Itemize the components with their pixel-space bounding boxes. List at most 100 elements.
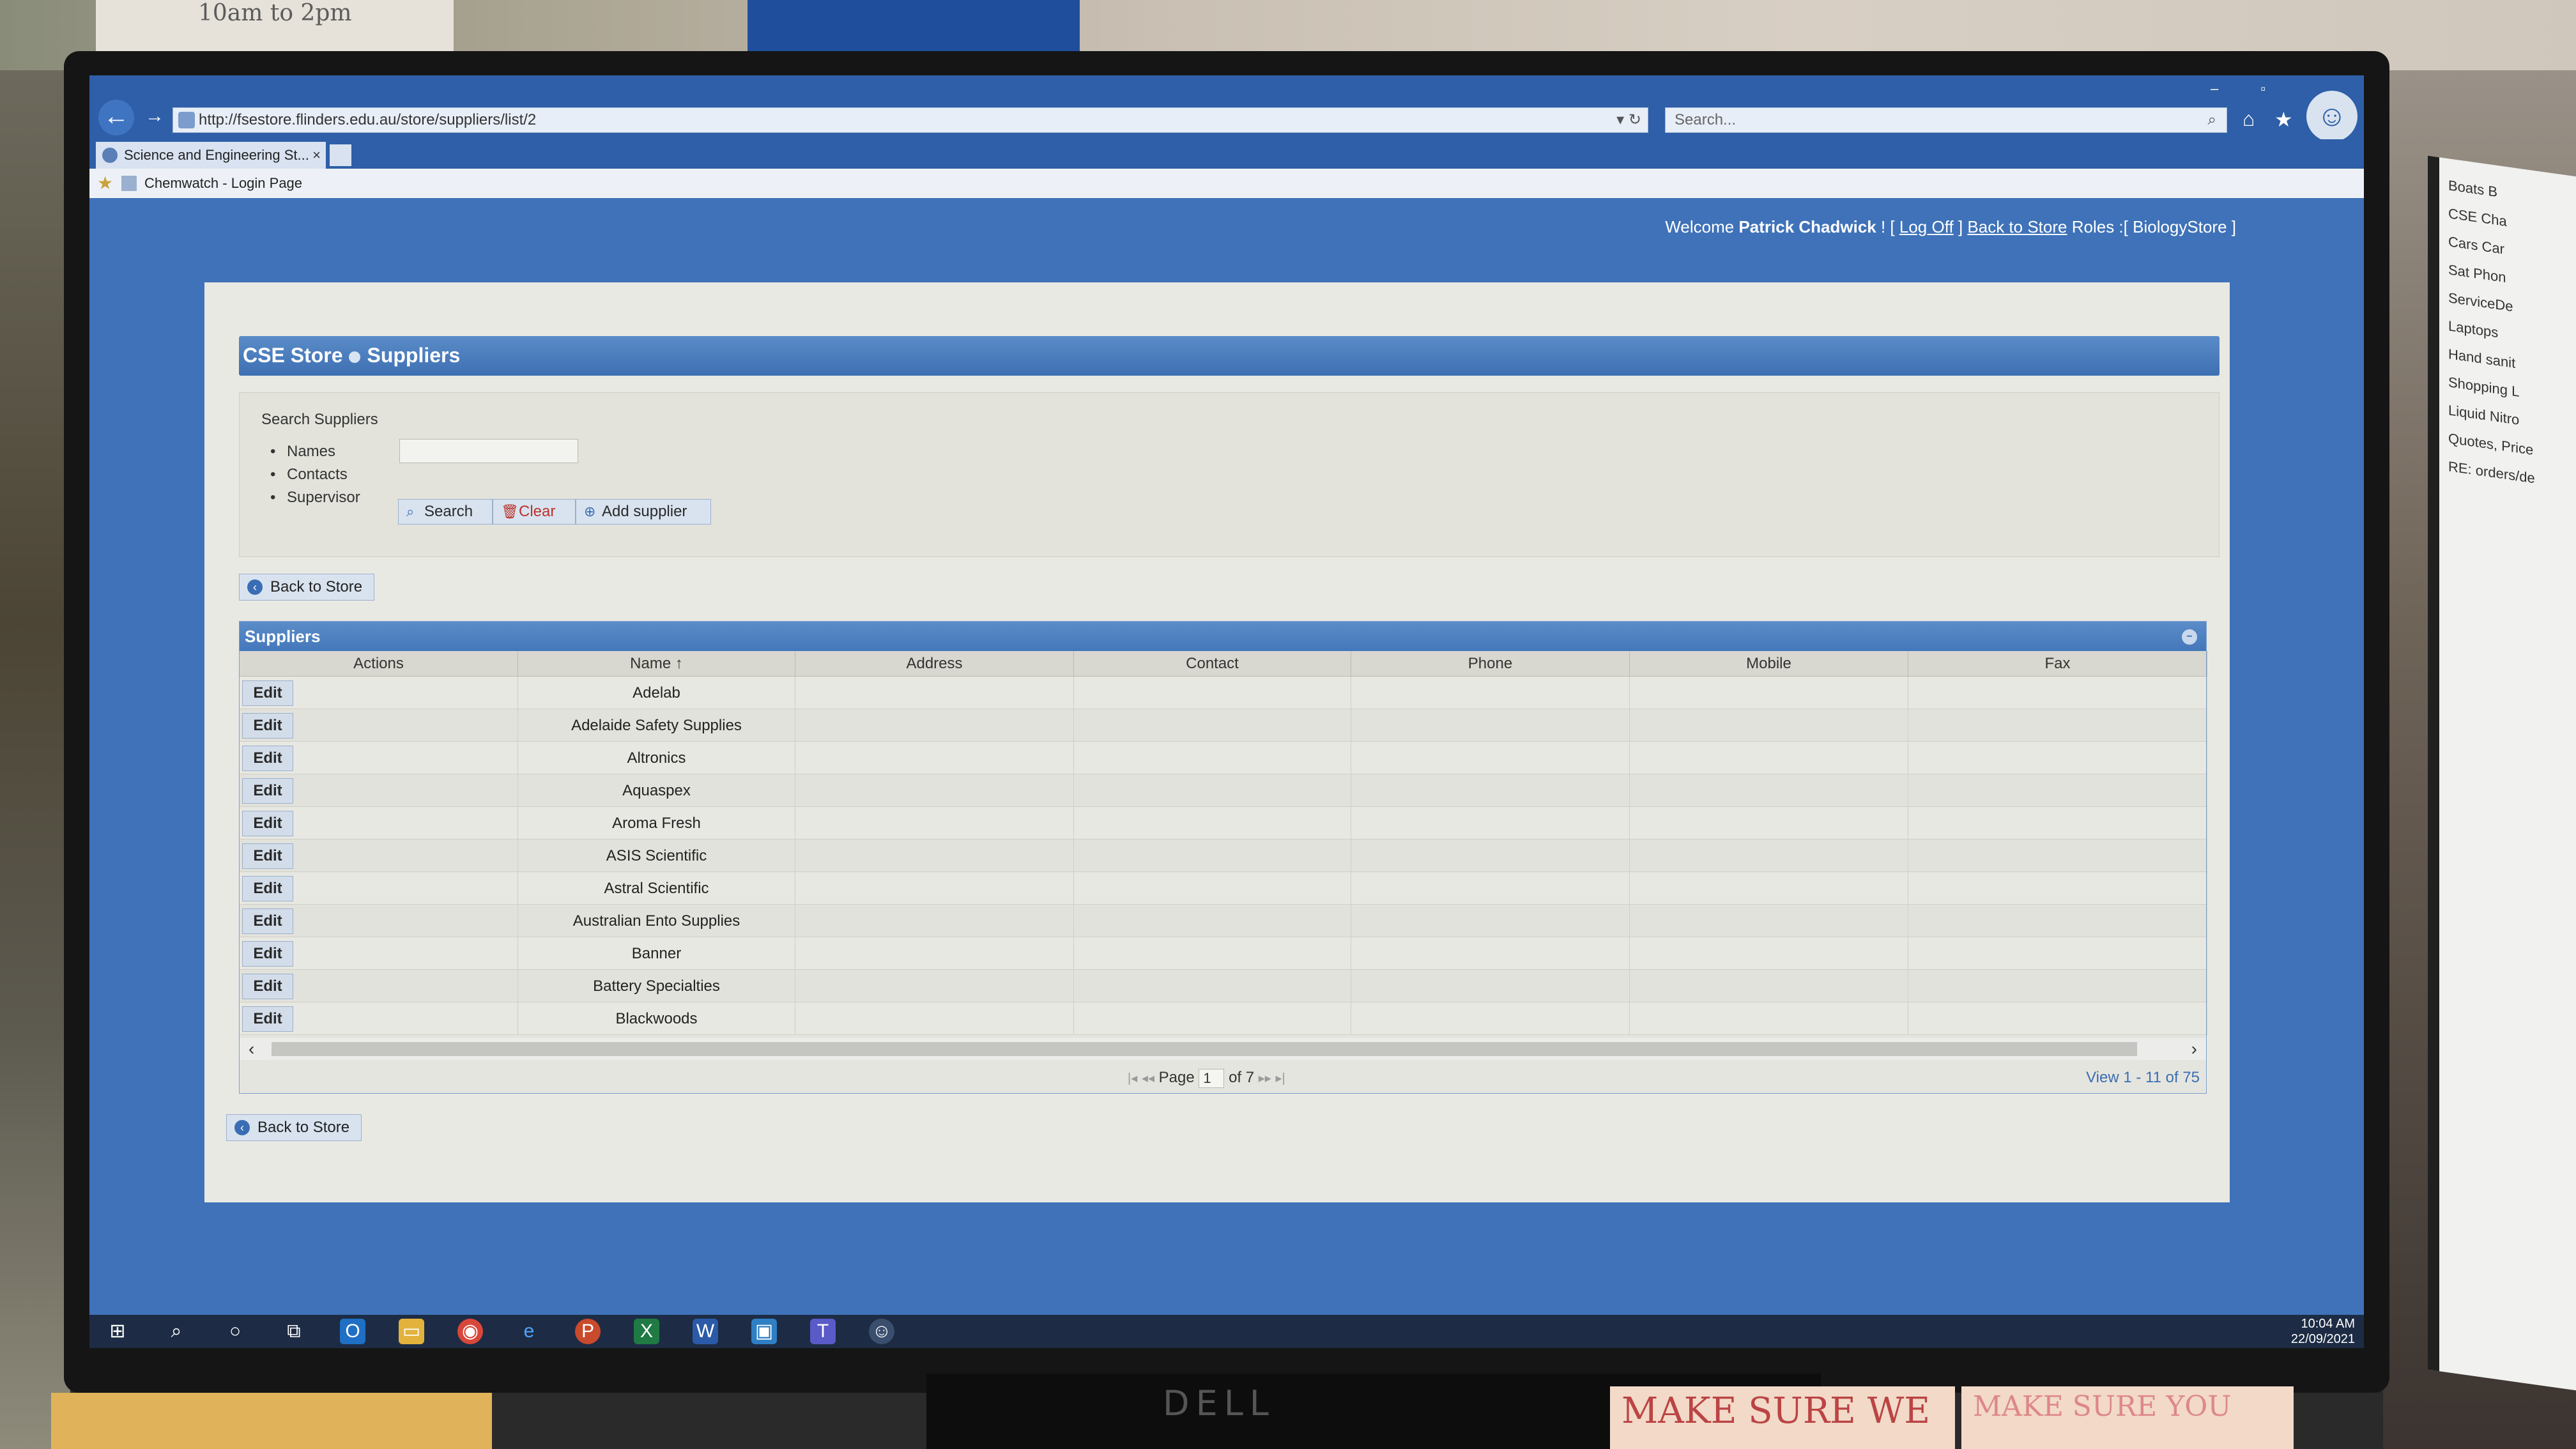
column-header[interactable]: Phone [1351,651,1630,677]
browser-search-input[interactable]: Search... ⌕ [1665,107,2227,133]
table-row: Edit Blackwoods [240,1002,2207,1035]
table-row: Edit Banner [240,937,2207,970]
column-header[interactable]: Address [795,651,1074,677]
table-cell [1351,742,1630,774]
breadcrumb-separator-icon [349,351,361,363]
table-cell [240,1002,518,1035]
table-cell [1074,807,1351,839]
names-search-input[interactable] [399,439,578,463]
record-count: View 1 - 11 of 75 [2086,1069,2200,1086]
scrollbar-thumb[interactable] [272,1042,2137,1056]
web-page: Welcome Patrick Chadwick ! [ Log Off ] B… [89,198,2364,1315]
grid-header: Actions Name ↑ Address Contact Phone Mobile Fa… [240,651,2207,677]
welcome-bar: Welcome Patrick Chadwick ! [ Log Off ] B… [1665,217,2236,236]
back-arrow-circle-icon: ‹ [247,579,263,595]
powerpoint-icon[interactable]: P [575,1319,601,1344]
table-row: Edit Adelaide Safety Supplies [240,709,2207,742]
supplier-name-cell: Adelaide Safety Supplies [518,709,795,742]
table-cell [795,937,1074,970]
table-cell [1351,970,1630,1002]
table-cell [240,807,518,839]
page-number-input[interactable]: 1 [1199,1068,1225,1088]
home-icon[interactable]: ⌂ [2242,107,2268,133]
file-explorer-icon[interactable]: ▭ [399,1319,424,1344]
column-header[interactable]: Actions [240,651,518,677]
table-cell [1074,677,1351,709]
table-row: Edit ASIS Scientific [240,839,2207,872]
teams-icon[interactable]: T [810,1319,836,1344]
table-cell [1630,905,1908,937]
collapse-icon[interactable]: − [2182,629,2197,645]
search-button[interactable]: ⌕ Search [398,499,493,525]
horizontal-scrollbar[interactable]: ‹ › [240,1038,2206,1060]
forward-arrow-icon[interactable]: → [137,100,172,135]
table-cell [1074,839,1351,872]
table-cell [795,677,1074,709]
column-header[interactable]: Fax [1908,651,2207,677]
browser-toolbar: – ▫ ← → http://fsestore.flinders.edu.au/… [89,75,2364,142]
table-cell [240,937,518,970]
taskbar-clock[interactable]: 10:04 AM 22/09/2021 [2291,1316,2355,1347]
chrome-icon[interactable]: ◉ [457,1319,483,1344]
next-page-icon[interactable]: ▸▸ [1259,1071,1271,1085]
search-icon[interactable]: ⌕ [2208,108,2216,132]
first-page-icon[interactable]: |◂ [1128,1071,1137,1085]
content-panel: CSE Store Suppliers Search Suppliers Name… [204,282,2230,1202]
table-cell [795,905,1074,937]
support-assistant-icon[interactable]: ☺ [869,1319,894,1344]
sticky-note: MAKE SURE WE [1610,1386,1955,1449]
table-cell [1351,937,1630,970]
log-off-link[interactable]: Log Off [1899,217,1954,236]
clear-button[interactable]: 🗑 Clear [493,499,576,525]
favorite-chemwatch-link[interactable]: Chemwatch - Login Page [121,169,302,198]
last-page-icon[interactable]: ▸| [1276,1071,1285,1085]
column-header[interactable]: Contact [1074,651,1351,677]
cortana-icon[interactable]: ○ [222,1319,248,1344]
pager-controls: |◂ ◂◂ Page 1 of 7 ▸▸ ▸| [1128,1062,1285,1094]
table-cell [1630,742,1908,774]
taskbar-search-icon[interactable]: ⌕ [164,1319,189,1344]
favorites-bar-star-icon[interactable]: ★ [97,169,113,198]
excel-icon[interactable]: X [634,1319,659,1344]
favorites-bar: ★ Chemwatch - Login Page [89,169,2364,198]
window-controls[interactable]: – ▫ [2211,80,2285,97]
scroll-left-icon[interactable]: ‹ [249,1038,254,1060]
task-view-icon[interactable]: ⧉ [281,1319,307,1344]
word-icon[interactable]: W [693,1319,718,1344]
settings-gear-icon[interactable]: ☺ [2306,91,2358,142]
photos-icon[interactable]: ▣ [751,1319,777,1344]
table-cell [795,774,1074,807]
screen: – ▫ ← → http://fsestore.flinders.edu.au/… [89,75,2364,1348]
suppliers-grid: Suppliers − Actions Name ↑ Address Contact P… [239,621,2207,1094]
refresh-icon[interactable]: ▾ ↻ [1616,108,1641,132]
supplier-name-cell: Astral Scientific [518,872,795,905]
table-cell [795,709,1074,742]
url-text: http://fsestore.flinders.edu.au/store/su… [199,111,537,128]
outlook-icon[interactable]: O [340,1319,365,1344]
prev-page-icon[interactable]: ◂◂ [1142,1071,1154,1085]
column-header[interactable]: Name ↑ [518,651,795,677]
table-cell [1908,742,2207,774]
windows-start-icon[interactable]: ⊞ [105,1319,130,1344]
pager: |◂ ◂◂ Page 1 of 7 ▸▸ ▸| View 1 - 11 of 7… [240,1062,2206,1093]
table-cell [1908,937,2207,970]
monitor-brand-logo: DELL [1163,1383,1275,1423]
breadcrumb-store[interactable]: CSE Store [243,344,342,367]
back-arrow-icon[interactable]: ← [98,100,134,135]
tab-science-engineering[interactable]: Science and Engineering St... × [96,142,326,169]
favorites-star-icon[interactable]: ★ [2274,107,2300,133]
add-supplier-button[interactable]: ⊕ Add supplier [576,499,711,525]
internet-explorer-icon[interactable]: e [516,1319,542,1344]
address-bar[interactable]: http://fsestore.flinders.edu.au/store/su… [172,107,1648,133]
scroll-right-icon[interactable]: › [2191,1038,2197,1060]
back-to-store-button-top[interactable]: ‹ Back to Store [239,574,375,601]
back-to-store-button-bottom[interactable]: ‹ Back to Store [226,1114,362,1141]
new-tab-button[interactable] [330,144,351,166]
column-header[interactable]: Mobile [1630,651,1908,677]
table-cell [1908,872,2207,905]
close-icon[interactable]: × [312,142,321,169]
grid-body: Edit Adelab Edit Adelaide Safety Supplies Ed… [240,677,2207,1035]
table-cell [1351,872,1630,905]
back-to-store-link[interactable]: Back to Store [1967,217,2067,236]
criterion-contacts: Contacts [270,466,348,484]
